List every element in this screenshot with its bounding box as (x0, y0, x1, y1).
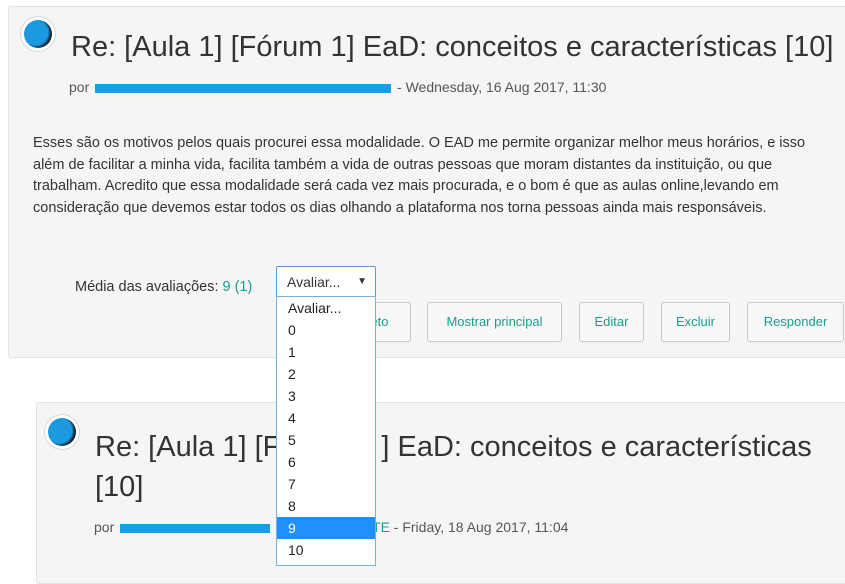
post-subject: Re: [Aula 1] [Fórum 1] EaD: conceitos e … (71, 31, 834, 63)
rate-option[interactable]: 4 (277, 407, 375, 429)
user-avatar-icon[interactable] (45, 415, 79, 449)
rate-dropdown-list[interactable]: Avaliar... 0 1 2 3 4 5 6 7 8 9 10 (276, 296, 376, 566)
rate-option[interactable]: 7 (277, 473, 375, 495)
post-subject-part: Re: [Aula 1] [F (95, 431, 281, 463)
reply-button-label: Responder (763, 314, 828, 329)
forum-post: Re: [Aula 1] [Fórum 1] EaD: conceitos e … (8, 6, 845, 358)
post-subject: Re: [Aula 1] [F ] EaD: conceitos e caract… (95, 429, 812, 465)
rate-option[interactable]: 5 (277, 429, 375, 451)
rate-select-value: Avaliar... (287, 274, 341, 290)
rate-option[interactable]: 3 (277, 385, 375, 407)
rating-summary: Média das avaliações: 9 (1) (75, 279, 252, 295)
rate-select[interactable]: Avaliar... ▼ (276, 266, 376, 298)
rate-option[interactable]: 10 (277, 539, 375, 561)
show-parent-button[interactable]: Mostrar principal (427, 302, 562, 342)
post-subject-part: ] EaD: conceitos e características (381, 431, 812, 463)
rate-option[interactable]: 2 (277, 363, 375, 385)
edit-button-label: Editar (594, 314, 629, 329)
rate-option[interactable]: 1 (277, 341, 375, 363)
post-date: - Wednesday, 16 Aug 2017, 11:30 (393, 79, 607, 95)
post-body: Esses são os motivos pelos quais procure… (33, 135, 806, 216)
delete-button-label: Excluir (675, 314, 715, 329)
by-prefix: por (69, 79, 90, 95)
author-link-redacted[interactable] (120, 523, 271, 533)
show-parent-button-label: Mostrar principal (446, 314, 543, 329)
post-subject-line2: [10] (95, 471, 144, 503)
post-date: - Friday, 18 Aug 2017, 11:04 (389, 519, 569, 535)
delete-button[interactable]: Excluir (661, 302, 730, 342)
rate-option[interactable]: Avaliar... (277, 297, 375, 319)
reply-button[interactable]: Responder (747, 302, 844, 342)
forum-post: Re: [Aula 1] [F ] EaD: conceitos e caract… (36, 402, 845, 584)
rate-option[interactable]: 6 (277, 451, 375, 473)
rating-value-link[interactable]: 9 (1) (223, 279, 253, 295)
author-link-redacted[interactable] (95, 83, 392, 93)
rate-option[interactable]: 0 (277, 319, 375, 341)
rate-option[interactable]: 8 (277, 495, 375, 517)
by-prefix: por (94, 519, 115, 535)
edit-button[interactable]: Editar (579, 302, 644, 342)
user-avatar-icon[interactable] (21, 17, 55, 51)
post-byline: por - Wednesday, 16 Aug 2017, 11:30 (69, 79, 606, 95)
caret-down-icon: ▼ (357, 276, 367, 287)
rating-label: Média das avaliações: (75, 279, 223, 295)
rate-option-selected[interactable]: 9 (277, 517, 375, 539)
